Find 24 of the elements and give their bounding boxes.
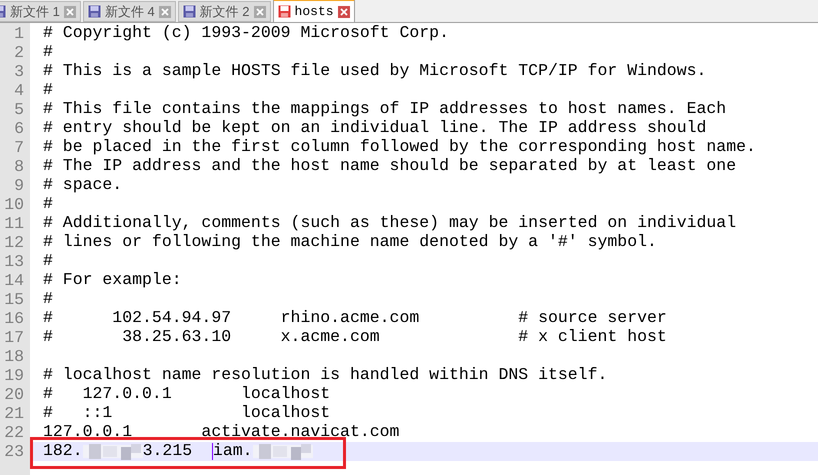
tab-label: hosts xyxy=(294,2,334,21)
file-tab[interactable]: 新文件 1 xyxy=(0,1,81,22)
code-line: # entry should be kept on an individual line. The IP address should xyxy=(43,117,706,139)
line-number: 23 xyxy=(0,442,30,461)
tab-label: 新文件 1 xyxy=(10,2,60,21)
code-text: 182. xyxy=(43,440,83,462)
tab-label: 新文件 2 xyxy=(200,2,250,21)
code-line: # ::1 localhost xyxy=(43,402,330,424)
code-line: # 127.0.0.1 localhost xyxy=(43,383,330,405)
tab-label: 新文件 4 xyxy=(104,2,155,21)
close-icon[interactable] xyxy=(338,6,350,18)
code-text: 3.215 xyxy=(142,440,194,462)
code-text: iam. xyxy=(212,440,253,462)
close-icon[interactable] xyxy=(254,6,266,18)
close-icon[interactable] xyxy=(158,6,171,18)
close-icon[interactable] xyxy=(64,6,76,18)
file-tab[interactable]: 新文件 4 xyxy=(82,1,176,22)
code-line: # localhost name resolution is handled within DNS itself. xyxy=(43,364,608,386)
code-line: # 38.25.63.10 x.acme.com # x client host xyxy=(43,326,667,348)
file-tab[interactable]: hosts xyxy=(272,0,355,22)
code-line: 127.0.0.1 activate.navicat.com xyxy=(43,421,400,443)
text-cursor xyxy=(212,443,213,460)
code-line: # be placed in the first column followed by the corresponding host name. xyxy=(43,136,756,158)
file-tab[interactable]: 新文件 2 xyxy=(178,1,271,22)
